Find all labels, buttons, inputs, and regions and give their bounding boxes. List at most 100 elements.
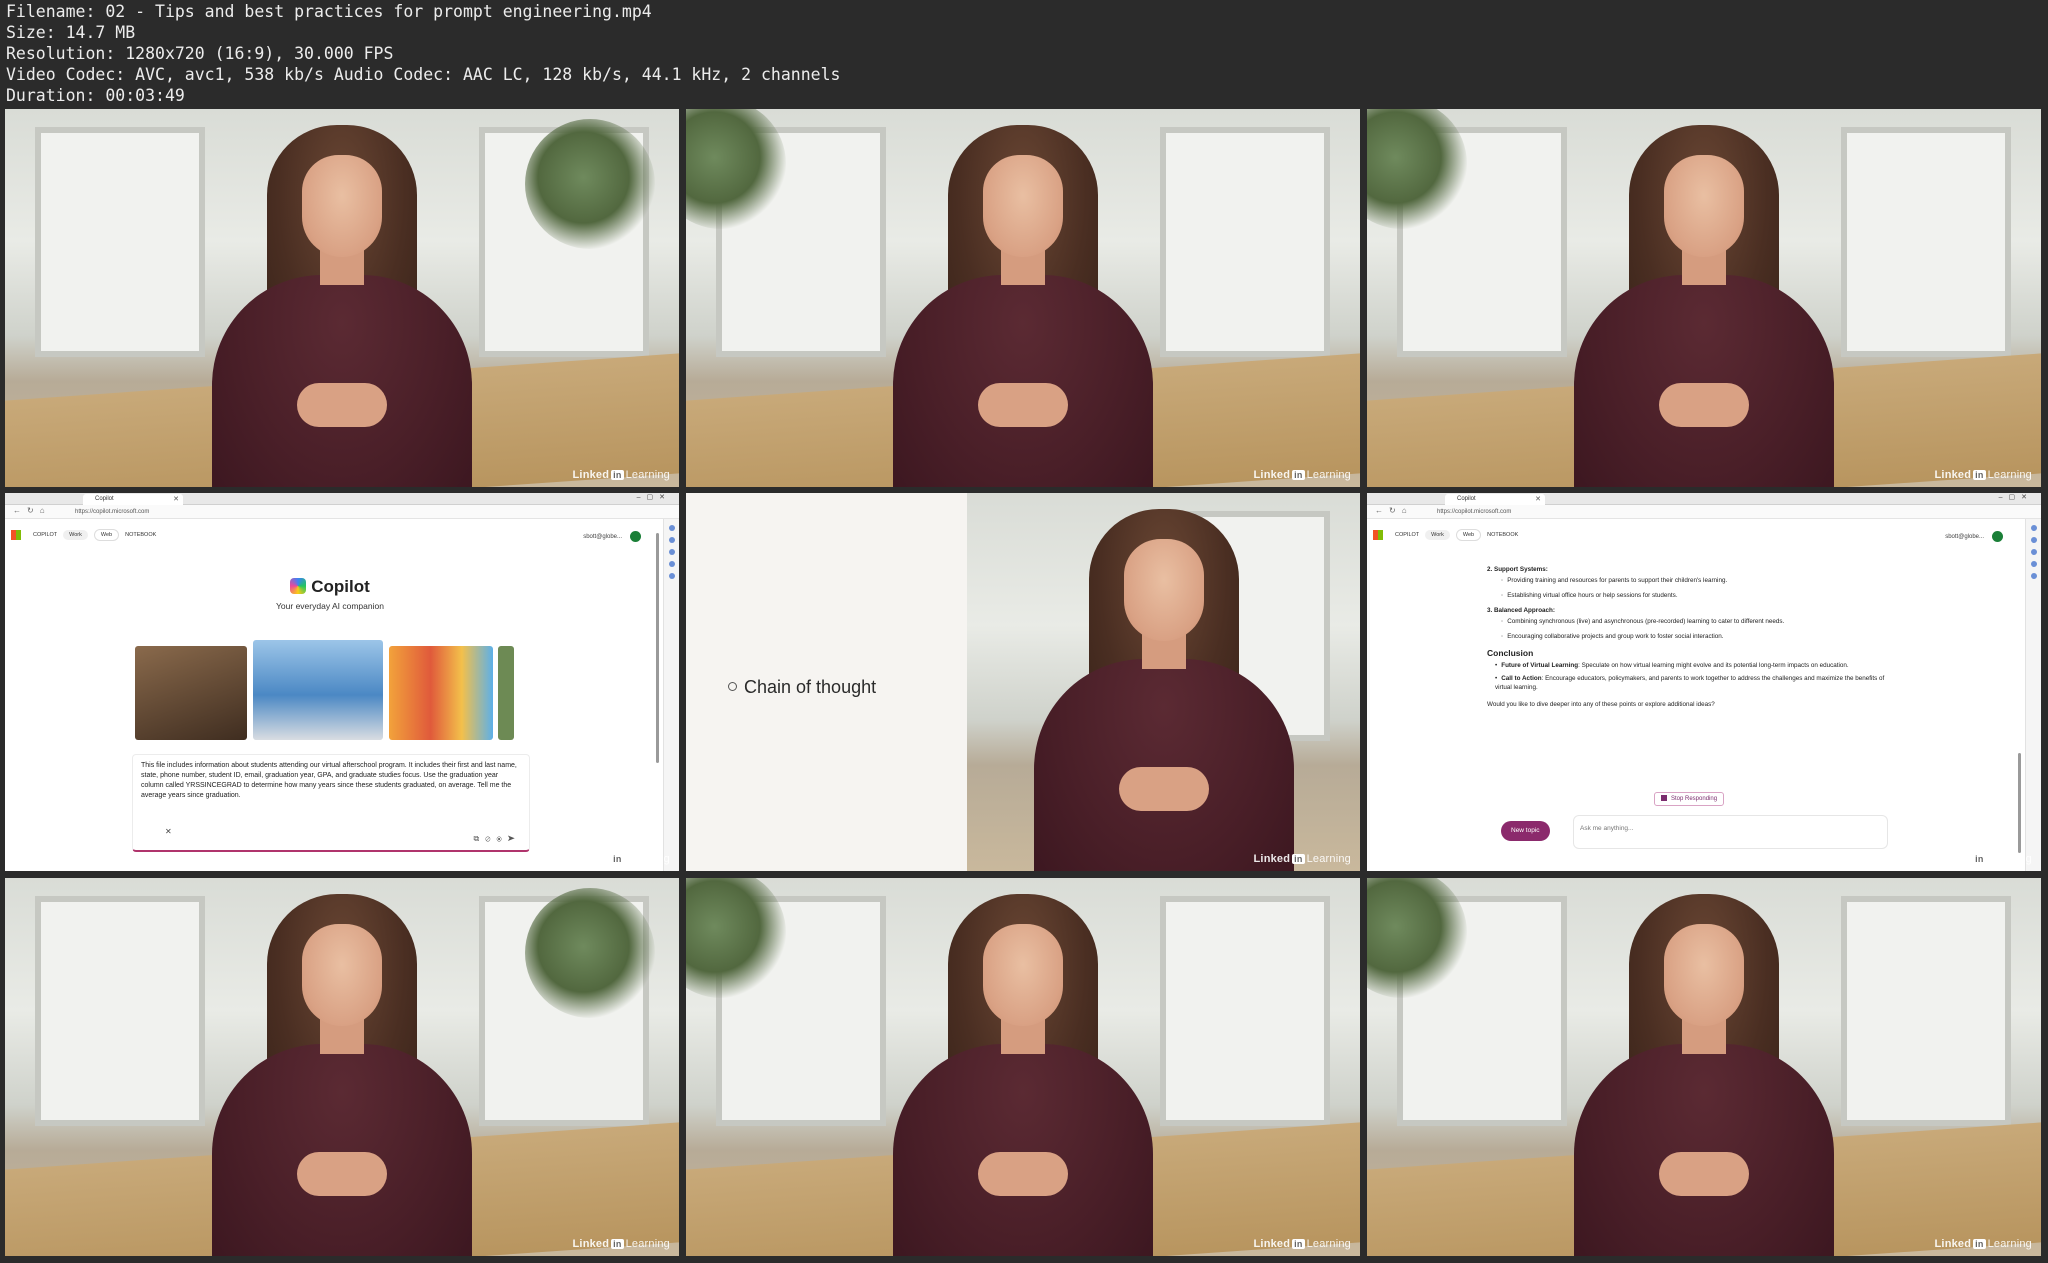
browser-sidebar (2025, 519, 2041, 871)
window (1841, 127, 2011, 357)
presenter-scene (1367, 878, 2041, 1256)
response-heading: 2. Support Systems: (1487, 566, 1548, 573)
presenter-scene (1367, 109, 2041, 487)
linkedin-learning-watermark: Linked in Learning (1253, 469, 1351, 481)
tab-bar: Copilot ✕ –▢✕ (1367, 493, 2041, 505)
thumbnail-presenter[interactable]: Linked in Learning (1367, 878, 2041, 1256)
window (1841, 896, 2011, 1126)
window-controls[interactable]: –▢✕ (1999, 493, 2033, 501)
sidebar-icon[interactable] (668, 573, 675, 579)
response-item: Combining synchronous (live) and asynchr… (1501, 617, 1887, 626)
window (35, 127, 205, 357)
user-account[interactable]: sbott@globe... (583, 531, 641, 542)
suggestion-card[interactable] (498, 646, 514, 740)
tab-copilot[interactable]: COPILOT (1395, 532, 1419, 538)
sidebar-icon[interactable] (2030, 525, 2037, 531)
thumbnail-presenter[interactable]: Linked in Learning (5, 109, 679, 487)
nav-arrows-icon[interactable]: ←↻⌂ (1375, 506, 1413, 515)
browser-tab[interactable]: Copilot ✕ (1445, 494, 1545, 505)
url-field[interactable]: https://copilot.microsoft.com (75, 507, 395, 517)
response-item: Encouraging collaborative projects and g… (1501, 632, 1887, 641)
suggestion-card[interactable] (253, 640, 383, 740)
window-controls[interactable]: –▢✕ (637, 493, 671, 501)
prompt-input[interactable]: This file includes information about stu… (132, 754, 530, 852)
tab-web[interactable]: Web (1455, 529, 1482, 541)
sidebar-icon[interactable] (668, 537, 675, 543)
presenter (1033, 509, 1294, 871)
tab-work[interactable]: Work (1425, 530, 1450, 540)
window (35, 896, 205, 1126)
close-icon[interactable]: ✕ (1535, 494, 1541, 505)
copilot-response: 2. Support Systems: Providing training a… (1487, 559, 1887, 709)
browser-sidebar (663, 519, 679, 871)
copilot-logo-icon (290, 578, 307, 594)
tab-work[interactable]: Work (63, 530, 88, 540)
sidebar-icon[interactable] (2030, 537, 2037, 543)
scrollbar[interactable] (656, 533, 659, 763)
sidebar-icon[interactable] (2030, 561, 2037, 567)
copilot-app-bar: COPILOT Work Web NOTEBOOK sbott@globe... (5, 527, 657, 545)
thumbnail-presenter[interactable]: Linked in Learning (686, 878, 1360, 1256)
tab-web[interactable]: Web (93, 529, 120, 541)
tab-notebook[interactable]: NOTEBOOK (1487, 532, 1518, 538)
thumbnail-presenter[interactable]: Linked in Learning (686, 109, 1360, 487)
presenter (212, 894, 472, 1256)
linkedin-learning-watermark: Linked in Learning (572, 853, 670, 865)
response-bullet: Future of Virtual Learning: Speculate on… (1495, 661, 1887, 670)
sidebar-icon[interactable] (668, 561, 675, 567)
close-icon[interactable]: ✕ (165, 827, 172, 837)
file-duration: Duration: 00:03:49 (6, 86, 185, 105)
presenter-scene (5, 878, 679, 1256)
linkedin-learning-watermark: Linked in Learning (1934, 1238, 2032, 1250)
thumbnail-copilot-answer[interactable]: Copilot ✕ –▢✕ ←↻⌂ https://copilot.microso… (1367, 493, 2041, 871)
suggestion-card[interactable] (135, 646, 247, 740)
mode-tabs: COPILOT Work Web NOTEBOOK (1395, 529, 1518, 541)
user-account[interactable]: sbott@globe... (1945, 531, 2003, 542)
file-size: Size: 14.7 MB (6, 23, 136, 42)
scrollbar[interactable] (2018, 753, 2021, 853)
suggestion-card[interactable] (389, 646, 493, 740)
url-field[interactable]: https://copilot.microsoft.com (1437, 507, 1757, 517)
thumbnail-chain-of-thought[interactable]: Chain of thought Linked in Learning (686, 493, 1360, 871)
presenter (1574, 894, 1834, 1256)
avatar[interactable] (1992, 531, 2003, 542)
linkedin-learning-watermark: Linked in Learning (572, 469, 670, 481)
browser-tab[interactable]: Copilot ✕ (83, 494, 183, 505)
bullet-icon (728, 682, 737, 691)
plant (525, 888, 655, 1018)
stop-responding-button[interactable]: Stop Responding (1654, 792, 1725, 806)
presenter-scene (5, 109, 679, 487)
suggestion-carousel (135, 640, 527, 740)
linkedin-learning-watermark: Linked in Learning (1253, 1238, 1351, 1250)
prompt-text: This file includes information about stu… (141, 762, 517, 799)
thumbnail-presenter[interactable]: Linked in Learning (5, 878, 679, 1256)
window (1160, 127, 1330, 357)
prompt-controls[interactable]: ⧉⊘⦿➤ (474, 834, 521, 844)
close-icon[interactable]: ✕ (173, 494, 179, 505)
page-subtitle: Your everyday AI companion (276, 601, 384, 611)
response-question: Would you like to dive deeper into any o… (1487, 701, 1715, 708)
sidebar-icon[interactable] (2030, 549, 2037, 555)
new-topic-button[interactable]: New topic (1501, 821, 1550, 841)
sidebar-icon[interactable] (2030, 573, 2037, 579)
tab-copilot[interactable]: COPILOT (33, 532, 57, 538)
sidebar-icon[interactable] (668, 525, 675, 531)
microsoft-logo-icon (1373, 530, 1383, 540)
response-heading: 3. Balanced Approach: (1487, 607, 1555, 614)
sidebar-icon[interactable] (668, 549, 675, 555)
tab-notebook[interactable]: NOTEBOOK (125, 532, 156, 538)
linkedin-learning-watermark: Linked in Learning (1934, 469, 2032, 481)
thumbnail-presenter[interactable]: Linked in Learning (1367, 109, 2041, 487)
presenter-scene (686, 878, 1360, 1256)
nav-arrows-icon[interactable]: ←↻⌂ (13, 506, 51, 515)
response-heading: Conclusion (1487, 648, 1534, 658)
file-info: Filename: 02 - Tips and best practices f… (6, 1, 840, 106)
response-item: Providing training and resources for par… (1501, 576, 1887, 585)
thumbnail-copilot-home[interactable]: Copilot ✕ –▢✕ ←↻⌂ https://copilot.microso… (5, 493, 679, 871)
window (1160, 896, 1330, 1126)
address-bar: ←↻⌂ https://copilot.microsoft.com (5, 505, 679, 519)
ask-input[interactable]: Ask me anything... (1573, 815, 1888, 849)
thumbnail-grid: Linked in Learning Linked in Learning Linked… (5, 109, 2042, 1258)
page-title: Copilot (5, 577, 655, 597)
avatar[interactable] (630, 531, 641, 542)
